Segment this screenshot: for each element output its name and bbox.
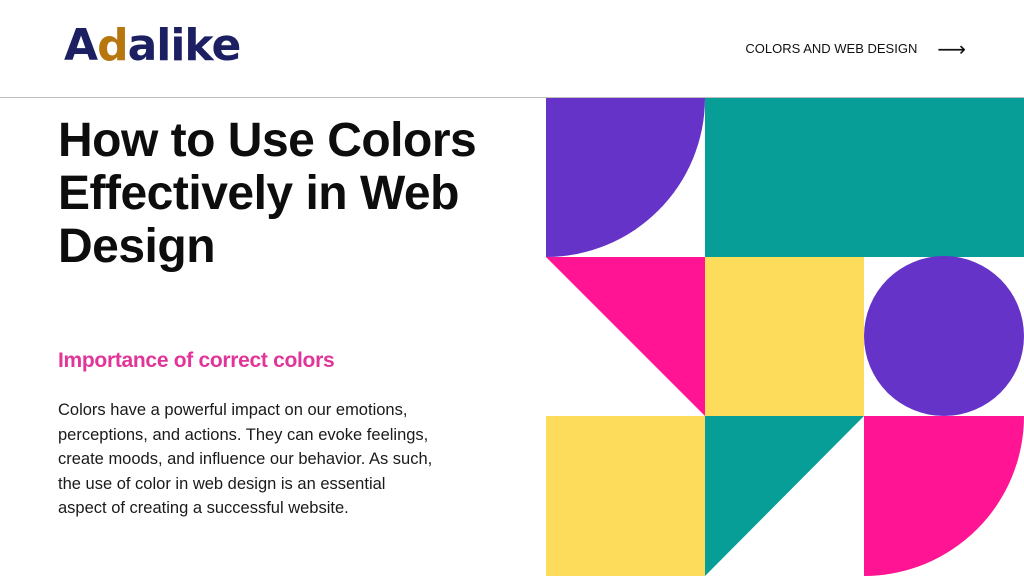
body-paragraph: Colors have a powerful impact on our emo…	[58, 401, 433, 517]
geometric-shapes-svg	[546, 98, 1024, 576]
logo-letters-rest: alike	[127, 20, 242, 71]
purple-quarter-circle	[546, 98, 705, 257]
magenta-triangle	[546, 257, 705, 416]
logo-letter-d: d	[97, 20, 128, 71]
adalike-logo[interactable]: Adalike	[64, 18, 242, 74]
teal-rectangle	[705, 98, 1024, 257]
nav-link-label: COLORS AND WEB DESIGN	[745, 41, 918, 56]
logo-letter-a: A	[64, 20, 98, 71]
teal-triangle	[705, 416, 864, 576]
purple-circle	[864, 256, 1024, 416]
site-header: Adalike COLORS AND WEB DESIGN ⟶	[0, 0, 1024, 98]
geometric-color-illustration	[546, 98, 1024, 576]
magenta-quarter-circle	[864, 416, 1024, 576]
yellow-square-middle	[705, 257, 864, 416]
page-title: How to Use Colors Effectively in Web Des…	[58, 114, 477, 273]
yellow-square-bottom	[546, 416, 705, 576]
arrow-right-icon: ⟶	[937, 36, 966, 61]
colors-and-web-design-link[interactable]: COLORS AND WEB DESIGN ⟶	[745, 36, 966, 61]
section-subheading: Importance of correct colors	[58, 349, 335, 372]
